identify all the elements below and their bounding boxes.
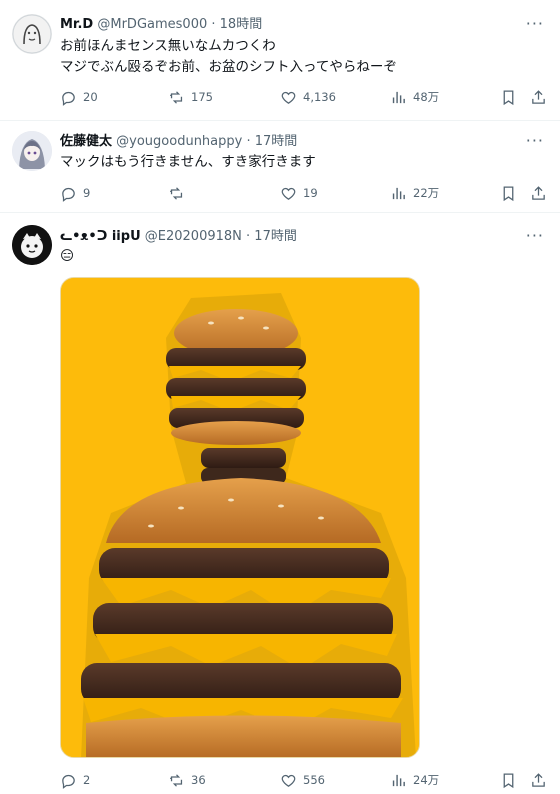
avatar-iipu[interactable]	[12, 225, 52, 265]
tweet-emoji: 😑	[60, 248, 75, 264]
reply-button[interactable]: 9	[60, 183, 90, 203]
share-button[interactable]	[530, 770, 553, 790]
separator-dot: ·	[211, 17, 216, 32]
like-button[interactable]: 556	[280, 770, 325, 790]
tweet-text: お前ほんまセンス無いなムカつくわ マジでぶん殴るぞお前、お盆のシフト入ってやらね…	[60, 36, 397, 78]
retweet-count: 36	[191, 773, 206, 787]
like-count: 19	[303, 186, 318, 200]
tweet-text: 😑	[60, 246, 74, 267]
author-name[interactable]: ᓚ•ᴥ•ᑐ iipᑌ	[60, 229, 141, 244]
tweet-text-line: マジでぶん殴るぞお前、お盆のシフト入ってやらねーぞ	[60, 59, 397, 75]
reply-count: 9	[83, 186, 91, 200]
reply-icon	[62, 187, 75, 202]
share-button[interactable]	[530, 87, 553, 107]
timestamp[interactable]: 18時間	[220, 17, 263, 32]
share-button[interactable]	[530, 183, 553, 203]
author-handle[interactable]: @MrDGames000	[97, 17, 207, 32]
like-button[interactable]: 4,136	[280, 87, 336, 107]
separator-dot: ·	[246, 134, 251, 149]
retweet-icon	[170, 90, 183, 104]
reply-icon	[62, 774, 75, 789]
more-icon[interactable]: ···	[526, 228, 544, 244]
action-bar: 9 19 22万	[60, 183, 545, 203]
share-icon	[532, 89, 545, 104]
reply-icon	[62, 91, 75, 106]
author-name[interactable]: Mr.D	[60, 17, 93, 32]
action-bar: 20 175 4,136 48万	[60, 87, 545, 107]
action-bar: 2 36 556 24万	[60, 770, 545, 790]
bookmark-button[interactable]	[500, 87, 523, 107]
reply-count: 20	[83, 90, 98, 104]
more-icon[interactable]: ···	[526, 133, 544, 149]
bookmark-icon	[503, 89, 514, 105]
like-count: 556	[303, 773, 325, 787]
bookmark-icon	[503, 772, 514, 788]
retweet-icon	[170, 186, 183, 200]
timestamp[interactable]: 17時間	[255, 134, 298, 149]
bookmark-button[interactable]	[500, 183, 523, 203]
like-count: 4,136	[303, 90, 336, 104]
retweet-icon	[170, 773, 183, 787]
reply-button[interactable]: 2	[60, 770, 90, 790]
author-handle[interactable]: @yougoodunhappy	[116, 134, 242, 149]
retweet-button[interactable]: 36	[168, 770, 206, 790]
views-button[interactable]: 24万	[390, 770, 439, 790]
views-button[interactable]: 48万	[390, 87, 439, 107]
views-button[interactable]: 22万	[390, 183, 439, 203]
views-icon	[392, 91, 405, 103]
tweet-text: マックはもう行きません、すき家行きます	[60, 152, 316, 173]
tweet-2[interactable]: 佐藤健太 @yougoodunhappy · 17時間 ··· マックはもう行き…	[0, 121, 560, 211]
tweet-header: ᓚ•ᴥ•ᑐ iipᑌ @E20200918N · 17時間	[60, 228, 297, 245]
bookmark-icon	[503, 185, 514, 201]
tweet-1[interactable]: Mr.D @MrDGames000 · 18時間 ··· お前ほんまセンス無いな…	[0, 0, 560, 120]
separator-dot: ·	[246, 229, 251, 244]
like-button[interactable]: 19	[280, 183, 318, 203]
views-count: 48万	[413, 90, 440, 104]
retweet-button[interactable]	[168, 183, 191, 203]
bookmark-button[interactable]	[500, 770, 523, 790]
share-icon	[532, 185, 545, 200]
tweet-text-line: マックはもう行きません、すき家行きます	[60, 154, 316, 170]
retweet-count: 175	[191, 90, 213, 104]
share-icon	[532, 772, 545, 787]
like-icon	[281, 774, 296, 787]
tweet-media-image[interactable]	[60, 277, 420, 758]
views-icon	[392, 187, 405, 199]
burger-silhouette-illustration	[61, 278, 419, 757]
retweet-button[interactable]: 175	[168, 87, 213, 107]
tweet-header: Mr.D @MrDGames000 · 18時間	[60, 16, 262, 33]
tweet-header: 佐藤健太 @yougoodunhappy · 17時間	[60, 133, 297, 150]
timestamp[interactable]: 17時間	[254, 229, 297, 244]
author-handle[interactable]: @E20200918N	[145, 229, 242, 244]
avatar-mrd[interactable]	[12, 14, 52, 54]
reply-button[interactable]: 20	[60, 87, 98, 107]
reply-count: 2	[83, 773, 91, 787]
views-count: 24万	[413, 773, 440, 787]
author-name[interactable]: 佐藤健太	[60, 134, 112, 149]
tweet-text-line: お前ほんまセンス無いなムカつくわ	[60, 38, 276, 54]
views-icon	[392, 774, 405, 786]
like-icon	[281, 187, 296, 200]
more-icon[interactable]: ···	[526, 16, 544, 32]
views-count: 22万	[413, 186, 440, 200]
like-icon	[281, 91, 296, 104]
avatar-sato[interactable]	[12, 131, 52, 171]
